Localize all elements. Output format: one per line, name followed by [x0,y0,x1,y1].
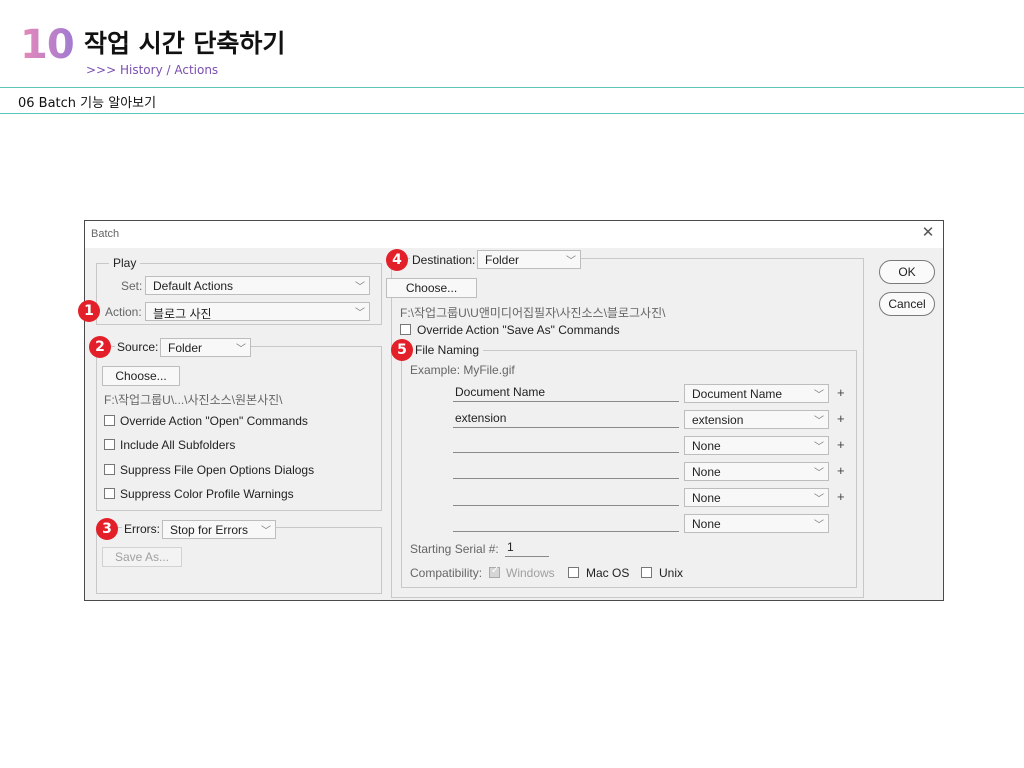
chevron-down-icon: ﹀ [814,390,824,401]
dialog-titlebar: Batch ✕ [85,221,943,248]
destination-dropdown[interactable]: Folder ﹀ [477,250,581,269]
compat-windows-checkbox[interactable] [489,565,500,578]
naming-field-5[interactable] [453,489,679,506]
naming-select-5[interactable]: None ﹀ [684,488,829,507]
source-label: Source: [115,340,161,354]
action-value: 블로그 사진 [153,307,212,321]
section-title: 06 Batch 기능 알아보기 [18,96,157,111]
action-dropdown[interactable]: 블로그 사진 ﹀ [145,302,370,321]
set-value: Default Actions [153,279,234,293]
compat-unix-checkbox[interactable] [641,567,652,578]
marker-3: 3 [96,518,118,540]
source-path: F:\작업그룹U\...\사진소스\원본사진\ [104,393,283,407]
dialog-title: Batch [91,228,120,240]
compat-macos-label: Mac OS [586,566,630,580]
destination-label: Destination: [410,253,478,267]
marker-4: 4 [386,249,408,271]
chevron-down-icon: ﹀ [814,520,824,531]
serial-label: Starting Serial #: [410,542,499,556]
file-naming-example: Example: MyFile.gif [410,363,515,377]
source-value: Folder [168,341,203,355]
override-save-as-checkbox[interactable] [400,324,411,335]
suppress-open-dialogs-label: Suppress File Open Options Dialogs [120,463,315,477]
errors-dropdown[interactable]: Stop for Errors ﹀ [162,520,276,539]
override-open-label: Override Action "Open" Commands [120,414,308,428]
suppress-open-dialogs-checkbox[interactable] [104,464,115,475]
naming-field-1[interactable]: Document Name [453,385,679,402]
set-label: Set: [121,279,143,293]
naming-select-1-value: Document Name [692,387,783,401]
naming-field-2[interactable]: extension [453,411,679,428]
play-legend: Play [109,256,141,270]
naming-field-6[interactable] [453,515,679,532]
compat-macos-checkbox[interactable] [568,567,579,578]
add-naming-row-5-button[interactable]: + [837,489,845,504]
header-divider-bottom [0,113,1024,114]
add-naming-row-2-button[interactable]: + [837,411,845,426]
chevron-down-icon: ﹀ [814,442,824,453]
add-naming-row-4-button[interactable]: + [837,463,845,478]
chevron-down-icon: ﹀ [814,416,824,427]
naming-select-6-value: None [692,517,721,531]
compat-unix-label: Unix [659,566,684,580]
naming-field-4[interactable] [453,462,679,479]
chapter-number: 10 [20,22,75,68]
include-subfolders-checkbox[interactable] [104,439,115,450]
chapter-subtitle: >>> History / Actions [86,63,219,77]
suppress-color-warnings-checkbox[interactable] [104,488,115,499]
naming-select-2-value: extension [692,413,744,427]
errors-label: Errors: [122,522,162,536]
destination-path: F:\작업그룹U\U앤미디어집필자\사진소스\블로그사진\ [400,306,666,320]
naming-select-1[interactable]: Document Name ﹀ [684,384,829,403]
chevron-down-icon: ﹀ [814,494,824,505]
source-dropdown[interactable]: Folder ﹀ [160,338,251,357]
naming-select-3[interactable]: None ﹀ [684,436,829,455]
chapter-title: 작업 시간 단축하기 [84,29,286,58]
chevron-down-icon: ﹀ [236,344,246,355]
set-dropdown[interactable]: Default Actions ﹀ [145,276,370,295]
header-divider-top [0,87,1024,88]
add-naming-row-3-button[interactable]: + [837,437,845,452]
chevron-down-icon: ﹀ [355,308,365,319]
chevron-down-icon: ﹀ [814,468,824,479]
marker-1: 1 [78,300,100,322]
override-open-checkbox[interactable] [104,415,115,426]
action-label: Action: [105,305,142,319]
naming-select-5-value: None [692,491,721,505]
marker-2: 2 [89,336,111,358]
add-naming-row-1-button[interactable]: + [837,385,845,400]
batch-dialog: Batch ✕ Play Set: Default Actions ﹀ Acti… [78,220,944,601]
close-icon[interactable]: ✕ [919,224,937,242]
override-save-as-label: Override Action "Save As" Commands [417,323,620,337]
chevron-down-icon: ﹀ [261,526,271,537]
naming-field-3[interactable] [453,436,679,453]
include-subfolders-label: Include All Subfolders [120,438,236,452]
file-naming-legend: File Naming [411,343,484,357]
ok-button[interactable]: OK [879,260,935,284]
chevron-down-icon: ﹀ [566,256,576,267]
compatibility-label: Compatibility: [410,566,483,580]
suppress-color-warnings-label: Suppress Color Profile Warnings [120,487,294,501]
naming-select-4[interactable]: None ﹀ [684,462,829,481]
serial-input[interactable]: 1 [505,540,549,557]
destination-choose-button[interactable]: Choose... [386,278,477,298]
errors-save-as-button[interactable]: Save As... [102,547,182,567]
naming-select-3-value: None [692,439,721,453]
compat-windows-label: Windows [506,566,555,580]
naming-select-6[interactable]: None ﹀ [684,514,829,533]
cancel-button[interactable]: Cancel [879,292,935,316]
naming-select-4-value: None [692,465,721,479]
naming-select-2[interactable]: extension ﹀ [684,410,829,429]
destination-value: Folder [485,253,520,267]
marker-5: 5 [391,339,413,361]
errors-value: Stop for Errors [170,523,249,537]
chevron-down-icon: ﹀ [355,282,365,293]
source-choose-button[interactable]: Choose... [102,366,180,386]
